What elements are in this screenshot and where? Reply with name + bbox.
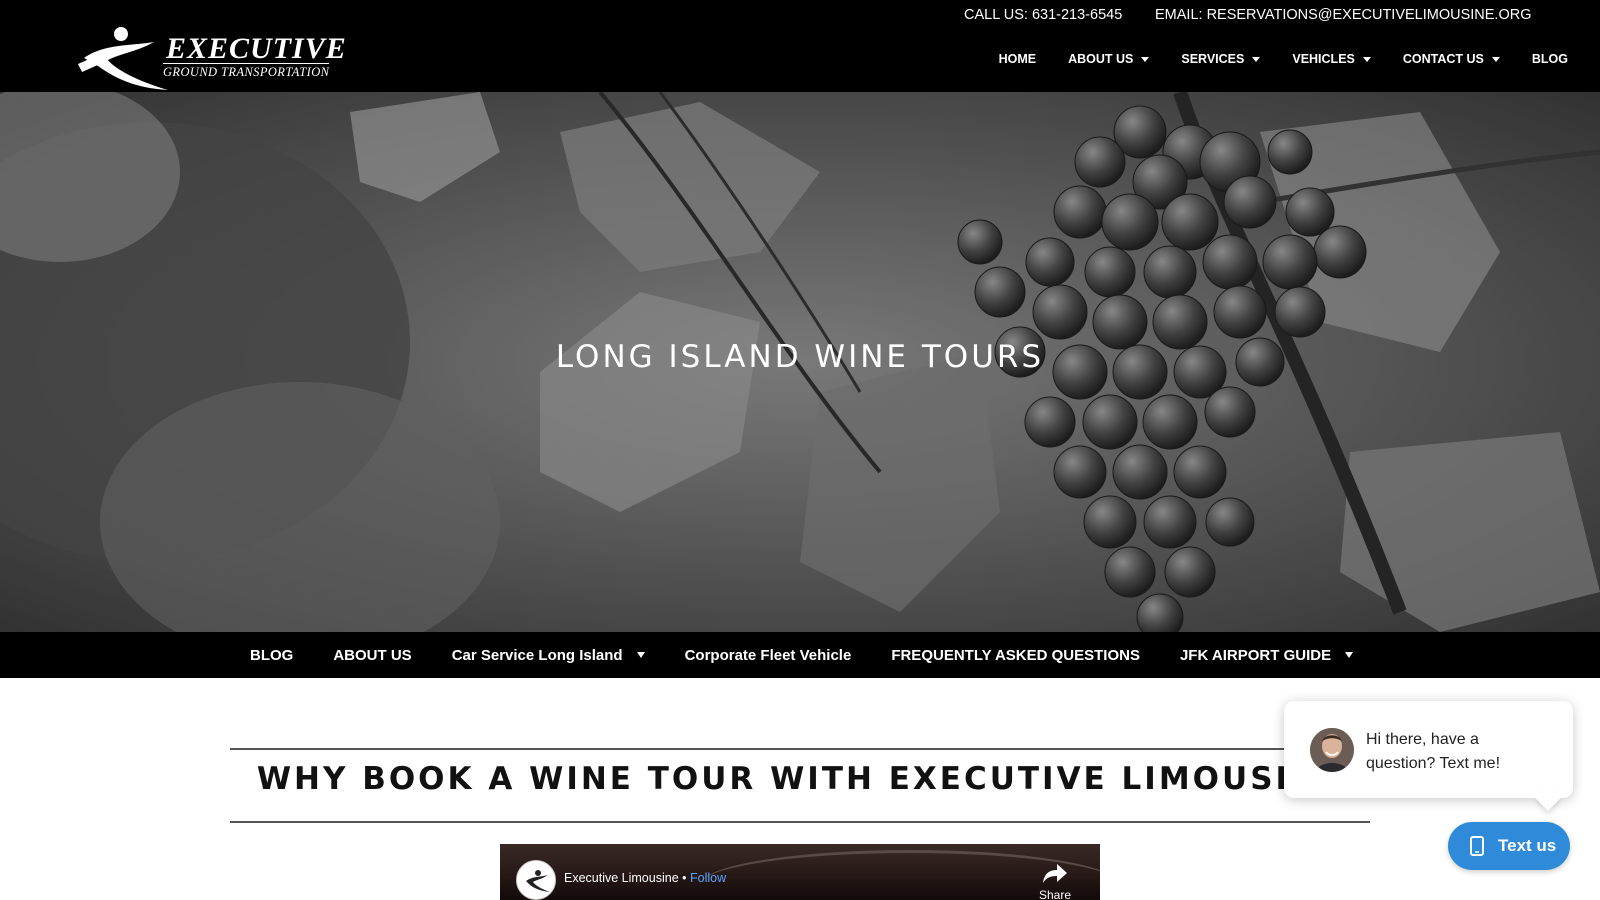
- runner-logo-icon: [78, 27, 168, 90]
- nav-services-label: SERVICES: [1181, 52, 1245, 66]
- heading-divider-bottom: [230, 821, 1370, 823]
- nav-contact-us[interactable]: CONTACT US: [1387, 52, 1516, 66]
- mobile-phone-icon: [1470, 836, 1484, 856]
- subnav-jfk-guide[interactable]: JFK AIRPORT GUIDE: [1160, 647, 1373, 664]
- site-header: EXECUTIVE GROUND TRANSPORTATION CALL US:…: [0, 0, 1600, 92]
- subnav-blog[interactable]: BLOG: [230, 647, 313, 664]
- chat-greeting-text: Hi there, have a question? Text me!: [1366, 731, 1501, 772]
- hero-title: LONG ISLAND WINE TOURS: [555, 339, 1045, 375]
- chevron-down-icon: [1141, 56, 1150, 62]
- nav-services[interactable]: SERVICES: [1165, 52, 1276, 66]
- header-phone[interactable]: CALL US: 631-213-6545: [964, 7, 1122, 23]
- agent-photo-icon: [1310, 728, 1354, 772]
- nav-blog[interactable]: BLOG: [1516, 52, 1584, 66]
- text-us-button[interactable]: Text us: [1448, 822, 1570, 870]
- subnav-about-us[interactable]: ABOUT US: [313, 647, 431, 664]
- chevron-down-icon: [636, 652, 645, 658]
- subnav-corporate-fleet-label: Corporate Fleet Vehicle: [684, 646, 852, 664]
- chevron-down-icon: [1345, 652, 1354, 658]
- subnav-corporate-fleet[interactable]: Corporate Fleet Vehicle: [665, 647, 872, 664]
- logo-wordmark: EXECUTIVE: [166, 32, 347, 65]
- text-us-label: Text us: [1498, 836, 1557, 855]
- heading-divider-top: [230, 748, 1370, 750]
- video-follow-link[interactable]: Follow: [690, 871, 726, 885]
- header-email[interactable]: EMAIL: RESERVATIONS@EXECUTIVELIMOUSINE.O…: [1155, 7, 1532, 23]
- nav-blog-label: BLOG: [1531, 52, 1568, 66]
- chevron-down-icon: [1491, 56, 1500, 62]
- video-embed[interactable]: Executive Limousine • Follow Share: [500, 844, 1100, 900]
- video-share-button[interactable]: Share: [1030, 860, 1080, 900]
- subnav-about-us-label: ABOUT US: [333, 646, 412, 664]
- subnav-blog-label: BLOG: [250, 646, 294, 664]
- section-heading: WHY BOOK A WINE TOUR WITH EXECUTIVE LIMO…: [256, 761, 1344, 797]
- nav-vehicles[interactable]: VEHICLES: [1276, 52, 1387, 66]
- nav-about-us[interactable]: ABOUT US: [1052, 52, 1165, 66]
- logo-tagline: GROUND TRANSPORTATION: [163, 63, 330, 79]
- main-nav: HOME ABOUT US SERVICES VEHICLES CONTACT …: [983, 52, 1584, 66]
- chevron-down-icon: [1362, 56, 1371, 62]
- nav-home[interactable]: HOME: [983, 52, 1053, 66]
- runner-logo-icon: [526, 870, 550, 892]
- subnav-faq[interactable]: FREQUENTLY ASKED QUESTIONS: [871, 647, 1160, 664]
- video-separator: •: [682, 871, 687, 885]
- channel-avatar[interactable]: [516, 860, 556, 900]
- video-share-label: Share: [1038, 888, 1072, 900]
- chat-greeting-bubble[interactable]: Hi there, have a question? Text me!: [1284, 701, 1573, 798]
- nav-about-us-label: ABOUT US: [1068, 52, 1134, 66]
- chevron-down-icon: [1252, 56, 1261, 62]
- nav-vehicles-label: VEHICLES: [1292, 52, 1355, 66]
- nav-home-label: HOME: [998, 52, 1037, 66]
- subnav-car-service[interactable]: Car Service Long Island: [432, 647, 665, 664]
- site-logo[interactable]: EXECUTIVE GROUND TRANSPORTATION: [74, 24, 346, 94]
- subnav-car-service-label: Car Service Long Island: [451, 646, 623, 664]
- agent-avatar: [1310, 728, 1354, 772]
- subnav-jfk-guide-label: JFK AIRPORT GUIDE: [1179, 646, 1332, 664]
- subnav-faq-label: FREQUENTLY ASKED QUESTIONS: [891, 646, 1140, 664]
- video-channel-line: Executive Limousine • Follow: [564, 871, 726, 885]
- hero-banner: LONG ISLAND WINE TOURS: [0, 92, 1600, 632]
- secondary-nav: BLOG ABOUT US Car Service Long Island Co…: [0, 632, 1600, 678]
- share-icon: [1043, 864, 1067, 883]
- nav-contact-us-label: CONTACT US: [1402, 52, 1484, 66]
- video-channel-name[interactable]: Executive Limousine: [564, 871, 679, 885]
